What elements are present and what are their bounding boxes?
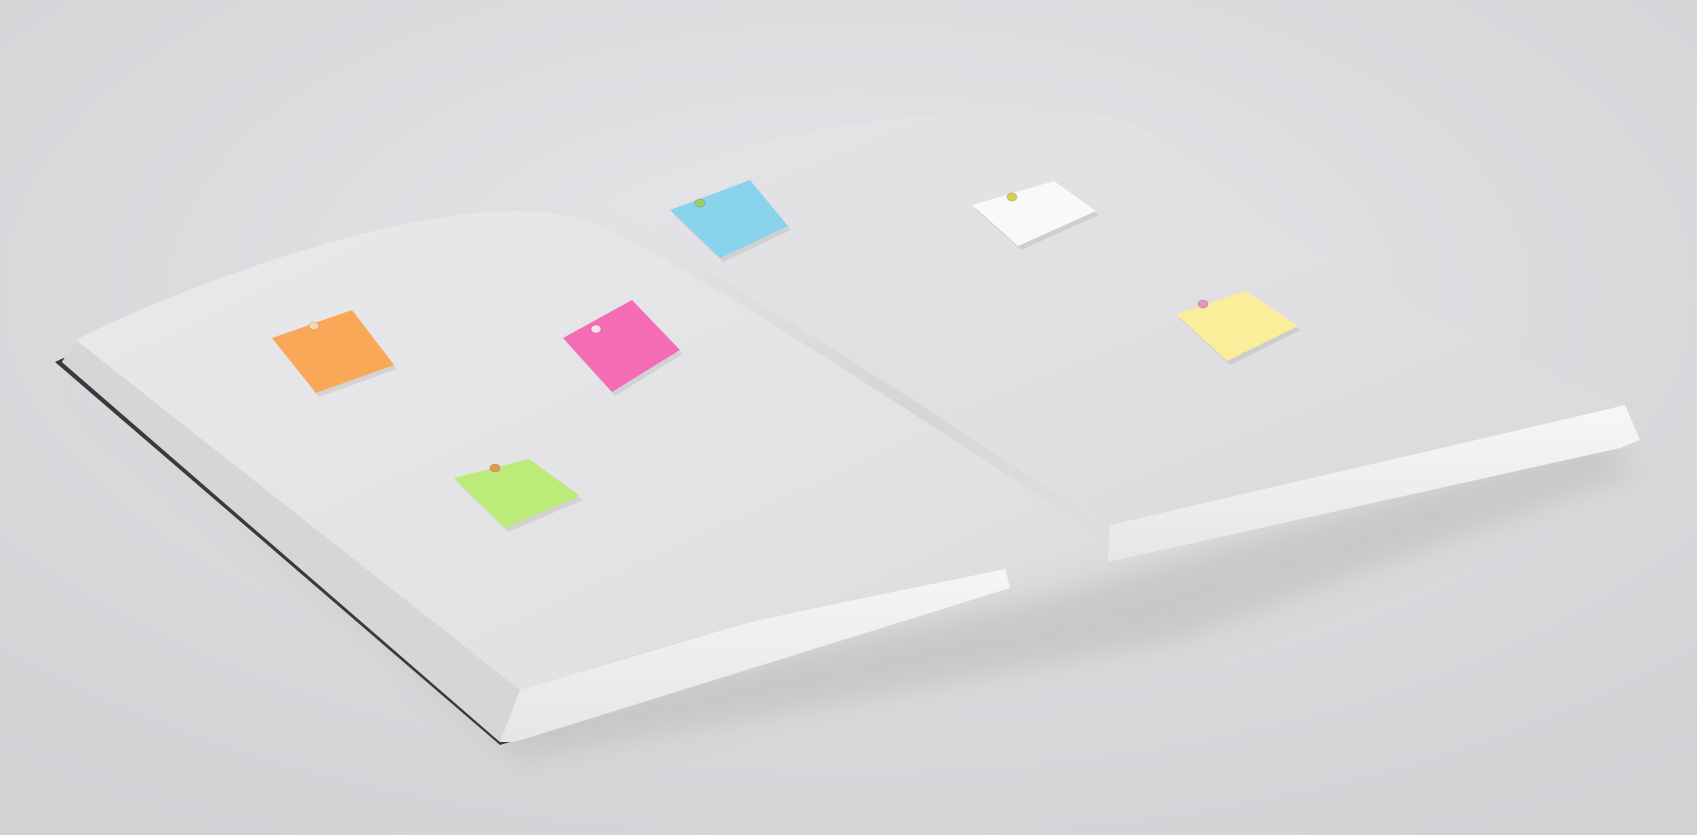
push-pin-icon: [308, 321, 320, 331]
push-pin-icon: [1006, 192, 1018, 202]
push-pin-icon: [694, 198, 706, 208]
push-pin-icon: [489, 463, 501, 473]
push-pin-icon: [590, 324, 602, 334]
push-pin-icon: [1197, 299, 1209, 309]
notebook-photo: [0, 0, 1697, 835]
